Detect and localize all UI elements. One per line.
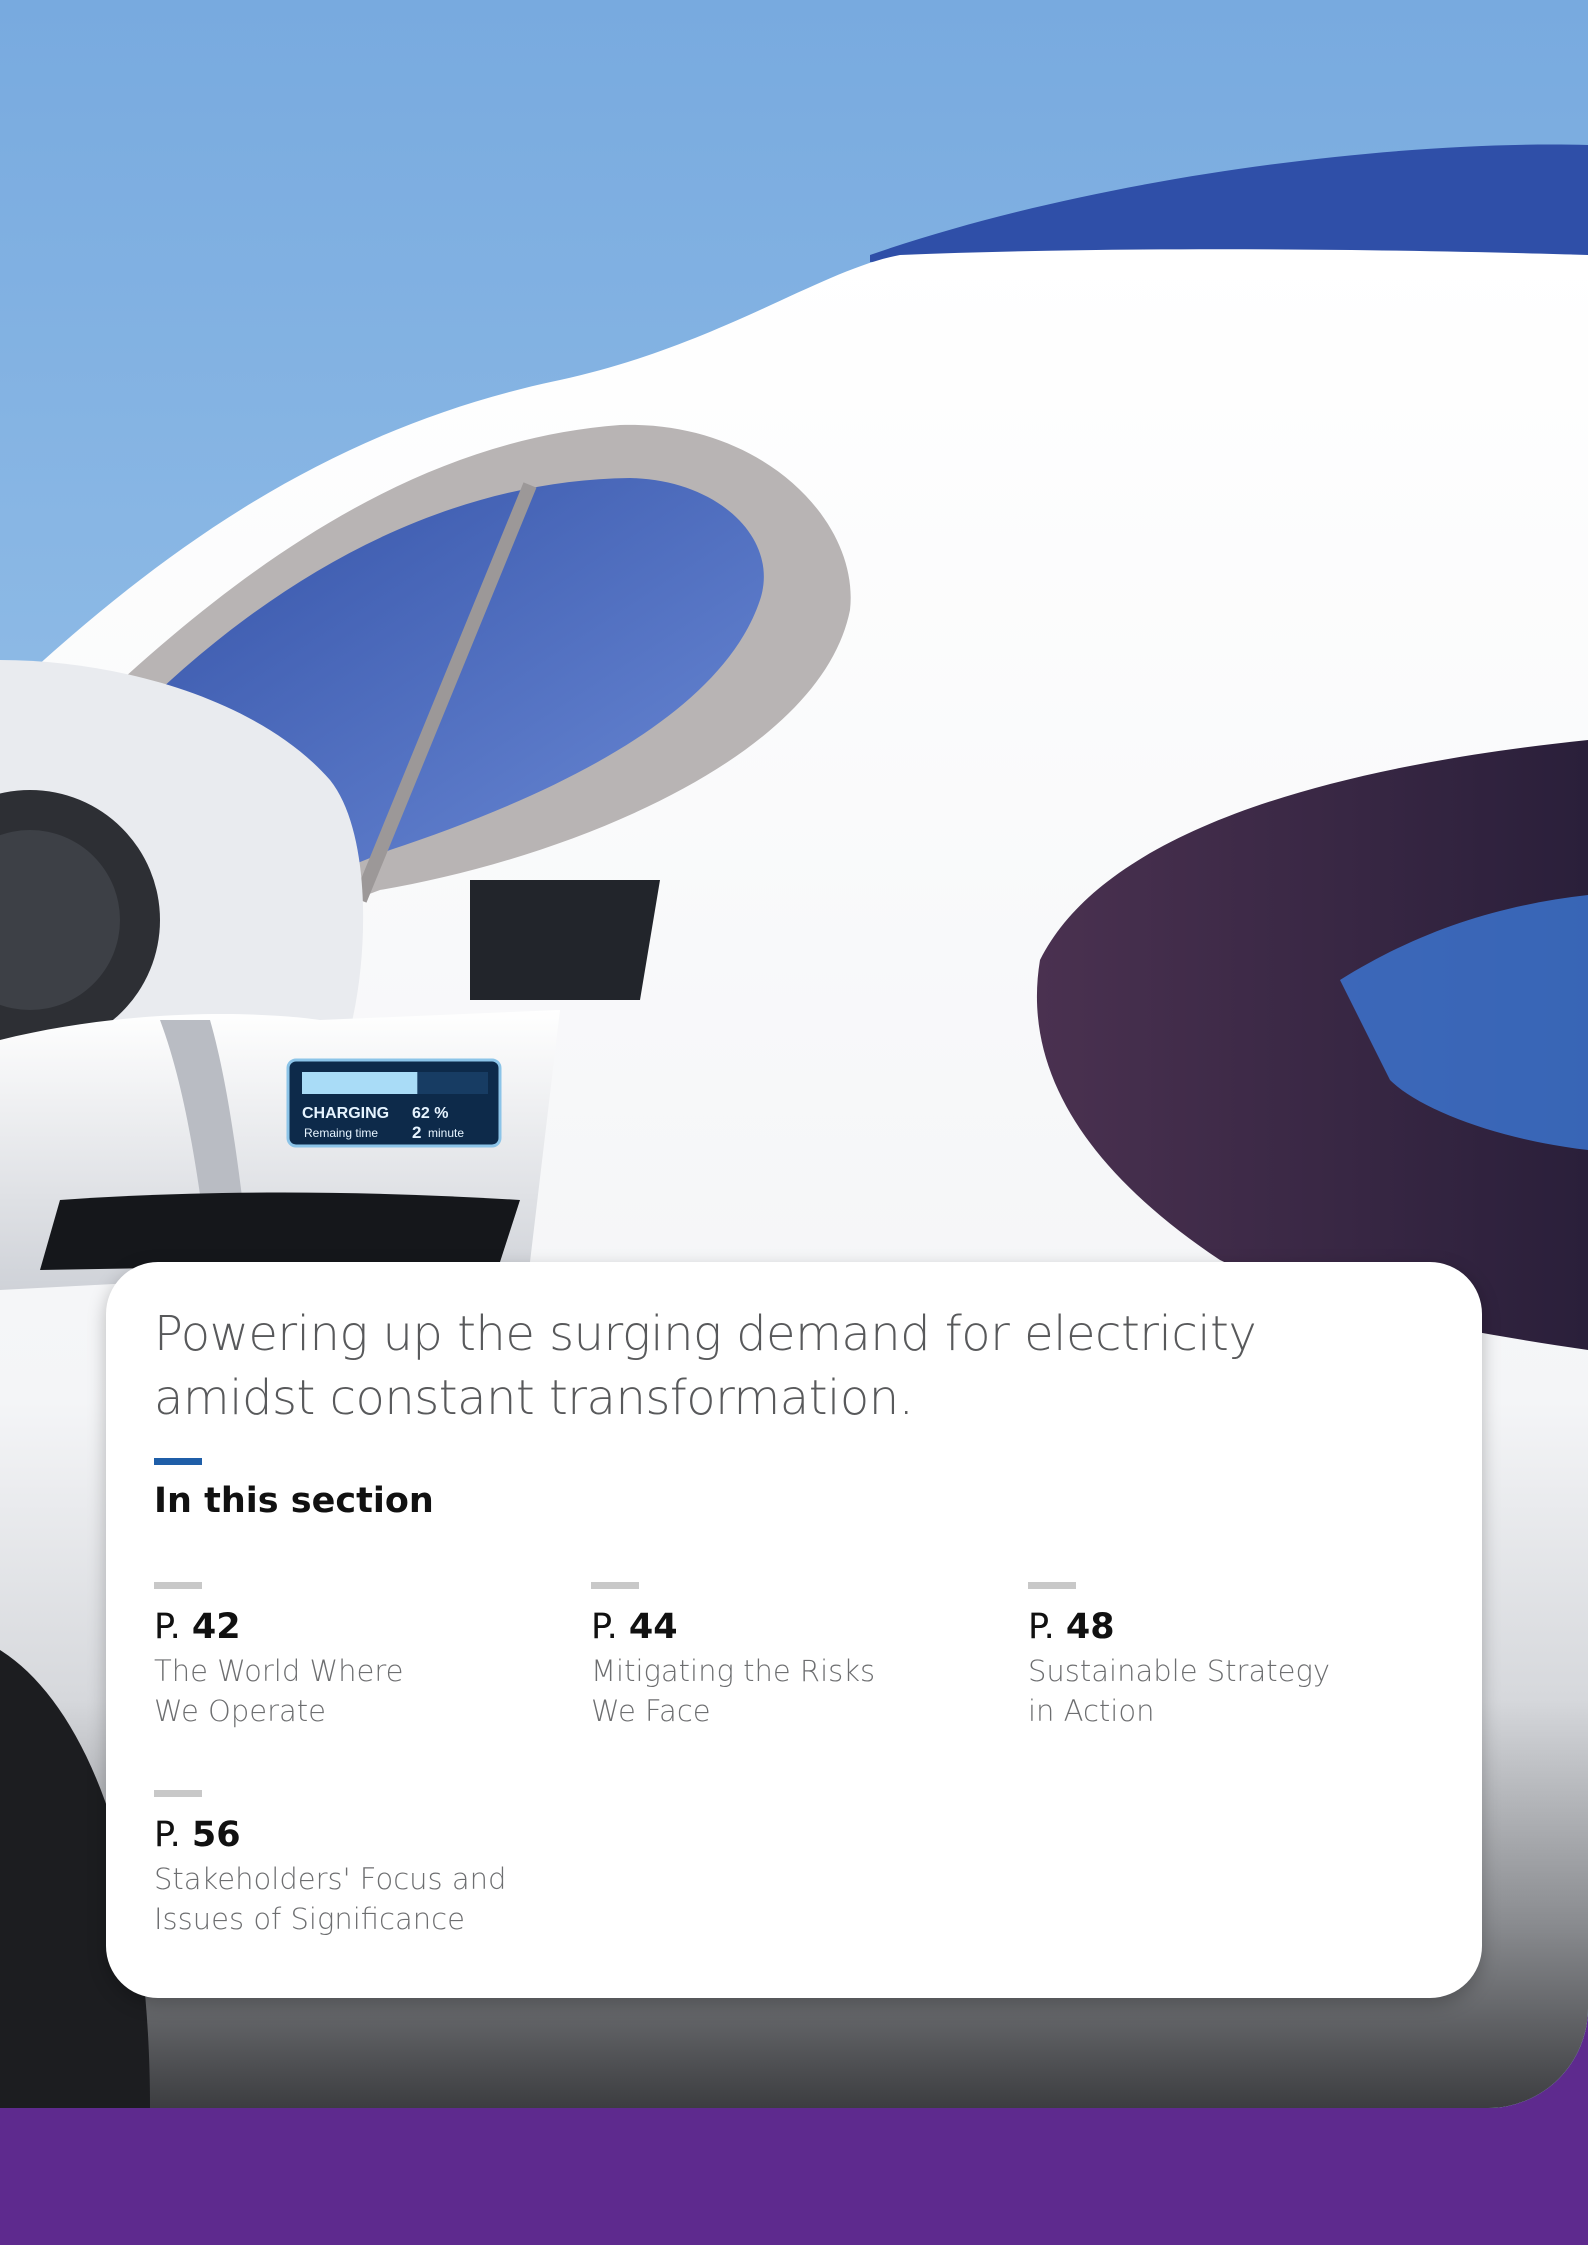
section-link-p44[interactable]: P. 44 Mitigating the Risks We Face — [591, 1582, 1011, 1731]
footer-band — [0, 2108, 1588, 2245]
section-card: Powering up the surging demand for elect… — [106, 1262, 1482, 1998]
item-divider — [1028, 1582, 1076, 1589]
item-title: The World Where We Operate — [154, 1651, 574, 1731]
section-link-p48[interactable]: P. 48 Sustainable Strategy in Action — [1028, 1582, 1448, 1731]
section-link-p56[interactable]: P. 56 Stakeholders' Focus and Issues of S… — [154, 1790, 574, 1939]
page-number: P. 44 — [591, 1605, 1011, 1649]
item-title: Mitigating the Risks We Face — [591, 1651, 1011, 1731]
page-num: 56 — [191, 1815, 241, 1855]
item-title-line1: Stakeholders' Focus and — [154, 1862, 507, 1896]
item-title: Stakeholders' Focus and Issues of Signifi… — [154, 1859, 574, 1939]
page-prefix: P. — [154, 1607, 181, 1647]
page-number: P. 56 — [154, 1813, 574, 1857]
page-prefix: P. — [1028, 1607, 1055, 1647]
accent-bar — [154, 1458, 202, 1465]
item-title-line1: Mitigating the Risks — [591, 1654, 876, 1688]
charging-percent-text: 62 % — [412, 1105, 448, 1122]
remaining-time-unit: minute — [428, 1126, 464, 1140]
page-num: 44 — [628, 1607, 678, 1647]
charge-level-bar — [302, 1072, 418, 1094]
item-title-line1: Sustainable Strategy — [1028, 1654, 1331, 1688]
page-prefix: P. — [154, 1815, 181, 1855]
item-divider — [154, 1582, 202, 1589]
section-link-p42[interactable]: P. 42 The World Where We Operate — [154, 1582, 574, 1731]
page-num: 48 — [1065, 1607, 1115, 1647]
item-title-line2: We Face — [591, 1694, 711, 1728]
charger-display: CHARGING 62 % Remaing time 2 minute — [286, 1058, 502, 1148]
item-title-line2: in Action — [1028, 1694, 1155, 1728]
charging-status-text: CHARGING — [302, 1105, 389, 1122]
item-title-line2: Issues of Significance — [154, 1902, 465, 1936]
page-number: P. 42 — [154, 1605, 574, 1649]
item-title-line1: The World Where — [154, 1654, 404, 1688]
remaining-time-label: Remaing time — [304, 1126, 378, 1140]
remaining-time-value: 2 — [412, 1123, 421, 1142]
page-number: P. 48 — [1028, 1605, 1448, 1649]
page-title: Powering up the surging demand for elect… — [154, 1306, 1257, 1426]
section-heading: In this section — [154, 1481, 434, 1521]
item-divider — [591, 1582, 639, 1589]
item-title: Sustainable Strategy in Action — [1028, 1651, 1448, 1731]
item-divider — [154, 1790, 202, 1797]
page-num: 42 — [191, 1607, 241, 1647]
page-prefix: P. — [591, 1607, 618, 1647]
item-title-line2: We Operate — [154, 1694, 327, 1728]
